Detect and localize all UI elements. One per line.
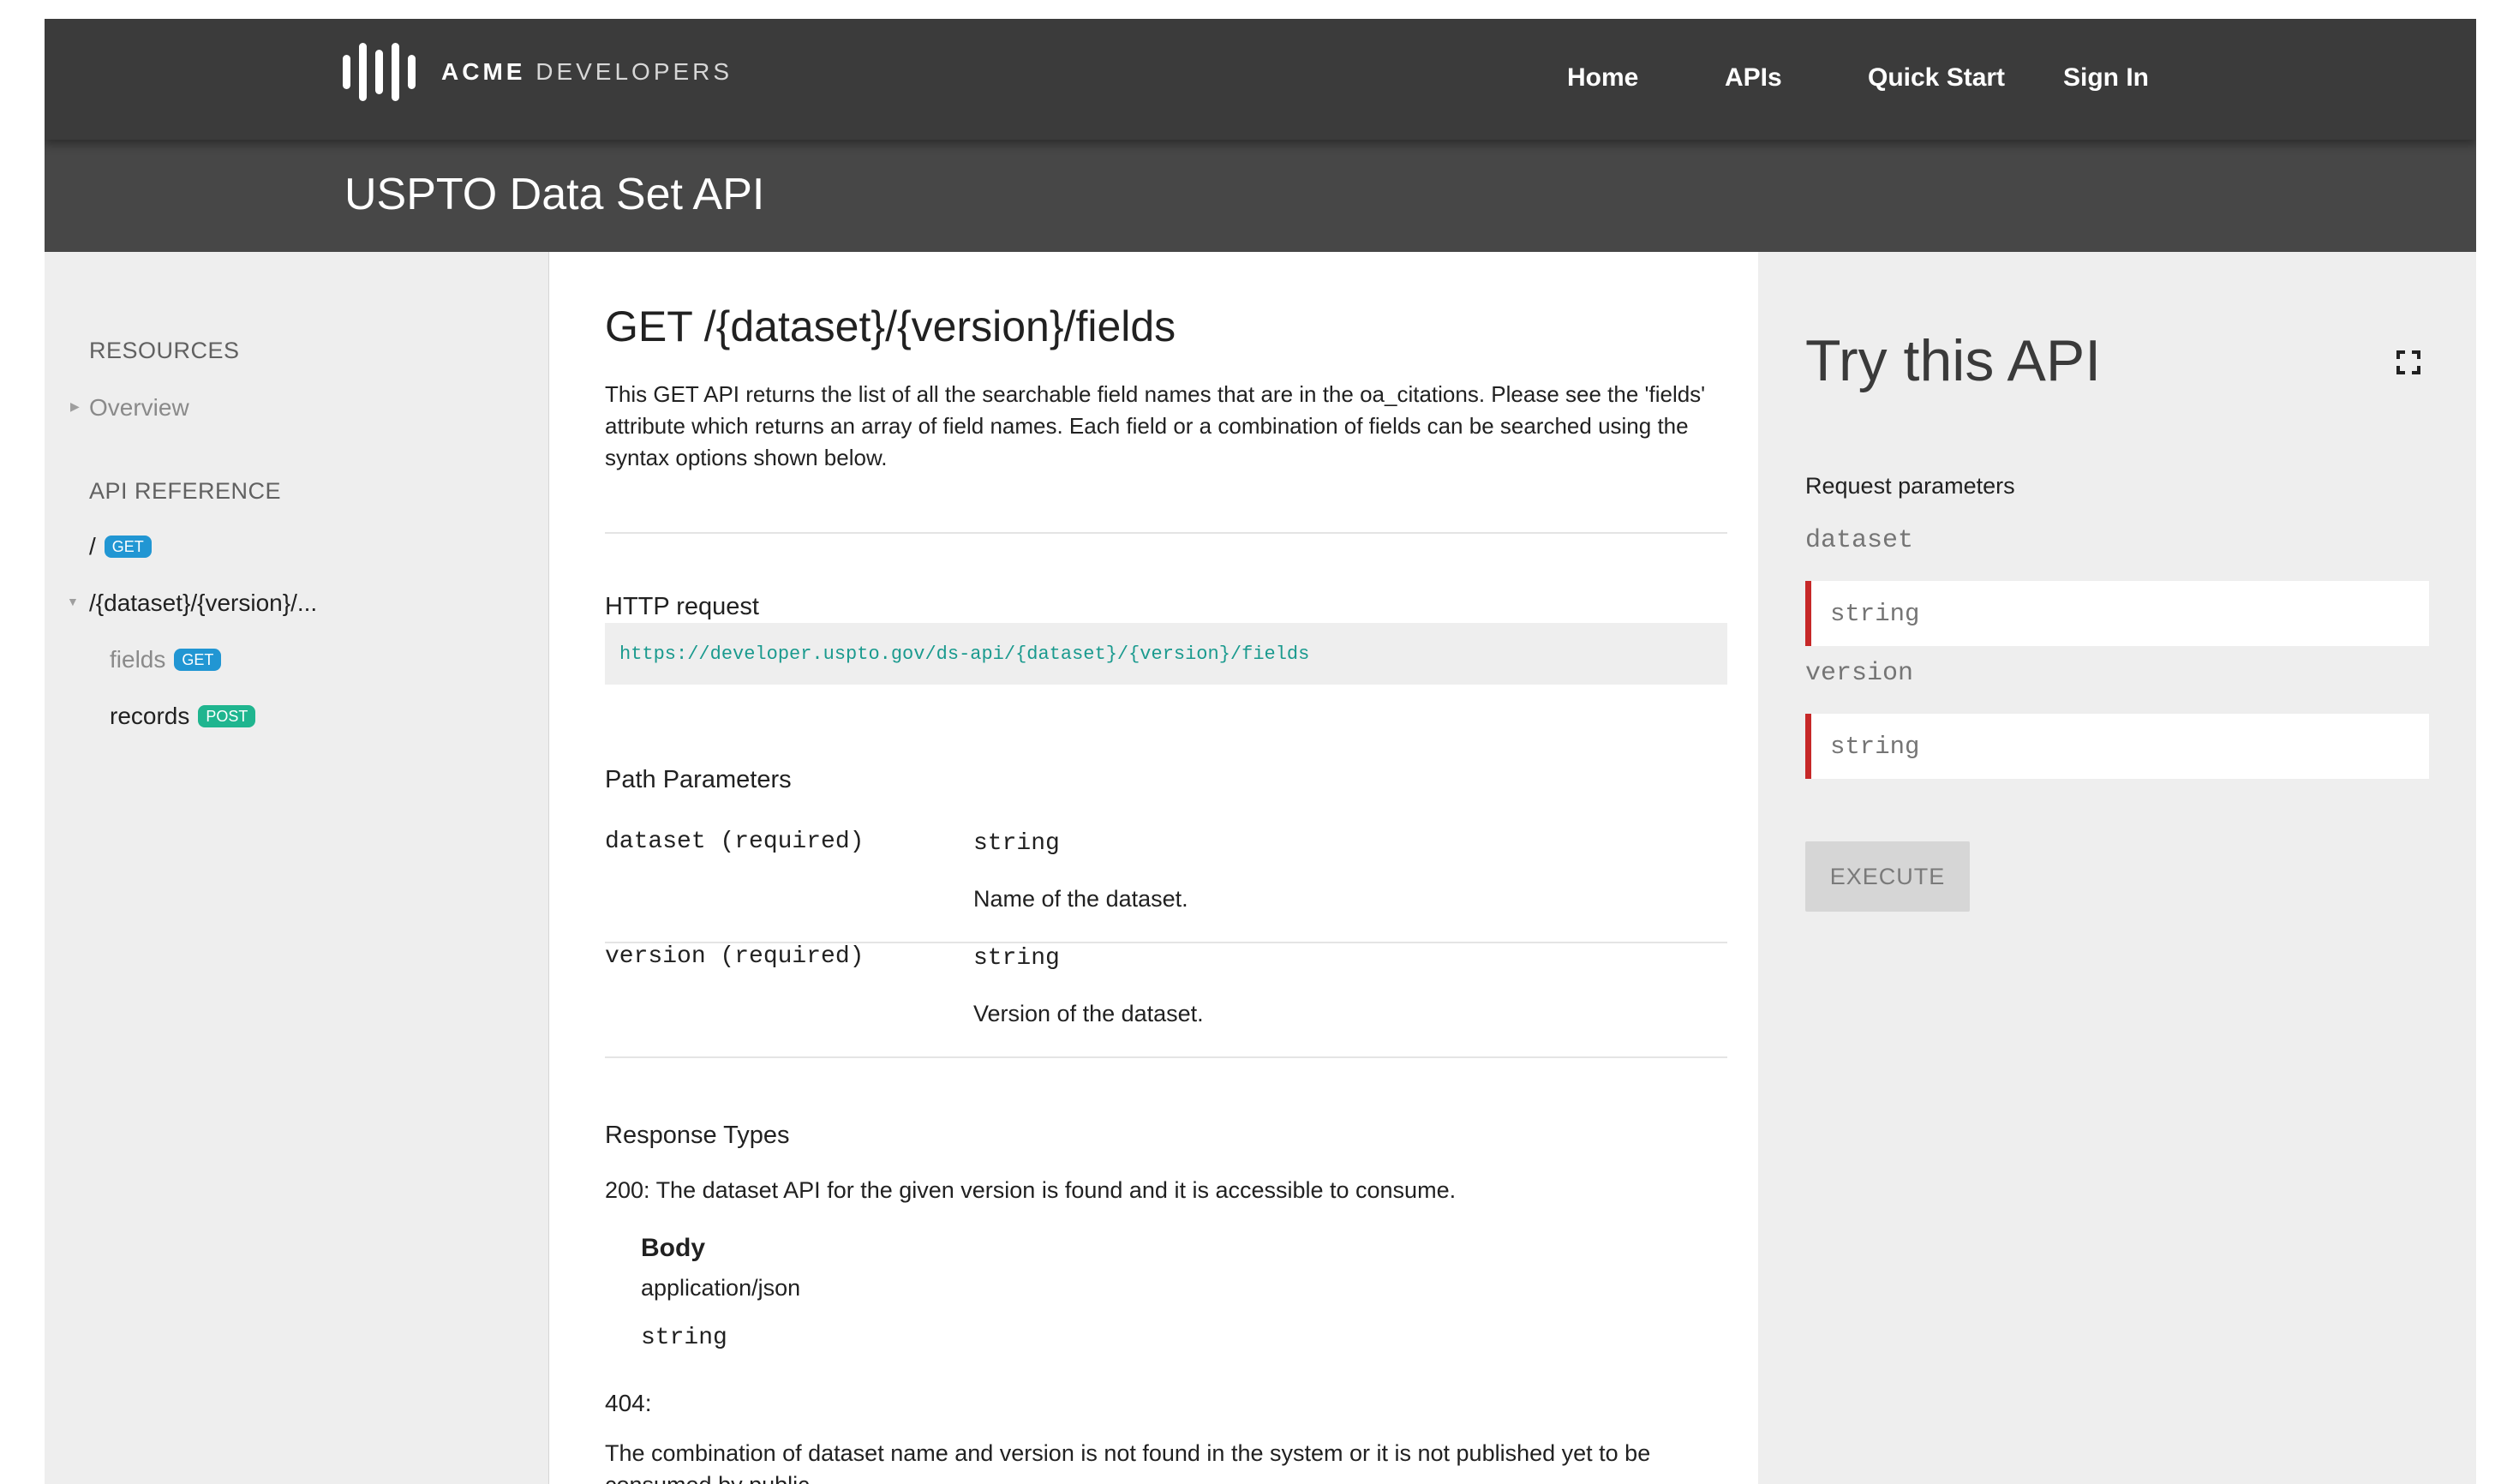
sidebar-item-root[interactable]: / GET [89,533,152,560]
path-parameters-heading: Path Parameters [605,766,792,793]
get-method-badge: GET [174,649,222,671]
sidebar-item-records-label: records [110,703,190,729]
nav-home-link[interactable]: Home [1567,63,1638,93]
expanded-arrow-icon[interactable]: ▼ [67,595,79,608]
collapsed-arrow-icon[interactable]: ▶ [70,399,80,414]
resources-heading: RESOURCES [89,338,240,363]
sidebar-item-fields-label: fields [110,646,166,673]
sidebar-item-overview-label: Overview [89,394,189,421]
nav-quick-start-link[interactable]: Quick Start [1868,63,2005,93]
param-description: Name of the dataset. [973,886,1188,912]
logo-text-bold: ACME [441,58,526,85]
endpoint-documentation: GET /{dataset}/{version}/fields This GET… [548,252,1760,1484]
response-types-heading: Response Types [605,1122,790,1149]
get-method-badge: GET [104,536,152,558]
section-divider [605,1056,1727,1058]
page-title-bar: USPTO Data Set API [45,140,2476,252]
sidebar-item-dataset-version[interactable]: /{dataset}/{version}/... [89,589,317,617]
http-request-heading: HTTP request [605,593,759,620]
sidebar-item-root-label: / [89,533,96,559]
sidebar-item-records[interactable]: records POST [110,703,256,730]
app-frame: ACME DEVELOPERS Home APIs Quick Start Si… [45,19,2476,1484]
nav-sign-in-link[interactable]: Sign In [2063,63,2149,93]
api-reference-heading: API REFERENCE [89,478,282,504]
param-name: dataset (required) [605,829,865,855]
param-type: string [973,945,1060,972]
version-input[interactable] [1805,714,2429,779]
try-this-api-panel: Try this API Request parameters dataset … [1758,252,2476,1484]
logo-text-light: DEVELOPERS [535,58,733,85]
param-description: Version of the dataset. [973,1001,1204,1026]
execute-button[interactable]: EXECUTE [1805,841,1970,912]
sidebar-nav: RESOURCES ▶ Overview API REFERENCE / GET… [45,252,548,1484]
nav-apis-link[interactable]: APIs [1725,63,1782,93]
response-content-type: application/json [641,1275,801,1301]
response-404-code: 404: [605,1390,652,1416]
sidebar-item-dataset-version-label: /{dataset}/{version}/... [89,589,318,616]
fullscreen-icon[interactable] [2396,350,2421,375]
sidebar-item-overview[interactable]: Overview [89,394,189,422]
param-name: version (required) [605,943,865,970]
section-divider [605,532,1727,534]
try-panel-title: Try this API [1805,328,2102,393]
response-body-label: Body [641,1234,705,1262]
sidebar-item-fields[interactable]: fields GET [110,646,222,673]
logo-bars-icon [343,43,416,101]
param-type: string [973,830,1060,857]
post-method-badge: POST [198,705,256,727]
response-404-text: The combination of dataset name and vers… [605,1440,1651,1484]
response-body-type: string [641,1325,727,1351]
endpoint-description: This GET API returns the list of all the… [605,381,1706,470]
http-request-url-box[interactable]: https://developer.uspto.gov/ds-api/{data… [605,623,1727,685]
http-request-url: https://developer.uspto.gov/ds-api/{data… [619,643,1310,665]
request-parameters-label: Request parameters [1805,473,2015,499]
dataset-param-label: dataset [1805,526,1914,555]
page-title: USPTO Data Set API [344,170,765,219]
dataset-input[interactable] [1805,581,2429,646]
brand-logo[interactable]: ACME DEVELOPERS [343,43,733,101]
top-navbar: ACME DEVELOPERS Home APIs Quick Start Si… [45,19,2476,140]
logo-text: ACME DEVELOPERS [441,58,733,86]
version-param-label: version [1805,659,1914,688]
response-200-text: 200: The dataset API for the given versi… [605,1177,1457,1203]
endpoint-title: GET /{dataset}/{version}/fields [605,302,1176,350]
